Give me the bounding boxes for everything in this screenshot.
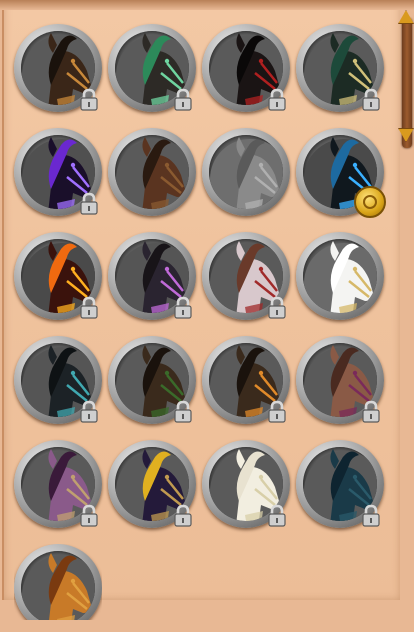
mount-slot[interactable] [14,24,102,112]
mount-slot[interactable] [202,440,290,528]
lock-icon [268,400,286,423]
mount-slot[interactable] [202,336,290,424]
horse-portrait-icon [22,553,95,620]
mount-slot[interactable] [296,128,386,218]
mount-slot[interactable] [108,440,196,528]
gold-coin-icon [354,186,386,218]
slot-portrait [303,239,377,313]
horse-portrait-icon [210,137,283,209]
mount-slot[interactable] [296,24,384,112]
lock-icon [80,192,98,215]
slot-portrait [209,135,283,209]
lock-icon [80,504,98,527]
mount-slot[interactable] [296,232,384,320]
mount-slot[interactable] [14,440,102,528]
lock-icon [362,400,380,423]
horse-portrait-icon [304,241,377,313]
mount-slot[interactable] [108,128,196,216]
mount-slot[interactable] [108,24,196,112]
mount-grid [0,0,414,620]
slot-portrait [21,551,95,620]
lock-icon [174,400,192,423]
mount-slot[interactable] [14,544,102,620]
mount-slot[interactable] [14,128,102,216]
mount-slot[interactable] [296,336,384,424]
mount-slot[interactable] [202,24,290,112]
lock-icon [174,88,192,111]
lock-icon [268,88,286,111]
mount-slot[interactable] [108,232,196,320]
horse-portrait-icon [116,137,189,209]
mount-slot[interactable] [14,232,102,320]
lock-icon [80,296,98,319]
mount-slot[interactable] [202,128,290,216]
lock-icon [174,296,192,319]
lock-icon [362,504,380,527]
mount-slot[interactable] [108,336,196,424]
lock-icon [80,88,98,111]
lock-icon [268,504,286,527]
lock-icon [362,88,380,111]
mount-slot[interactable] [296,440,384,528]
lock-icon [174,504,192,527]
slot-portrait [115,135,189,209]
mount-slot[interactable] [202,232,290,320]
mount-slot[interactable] [14,336,102,424]
lock-icon [268,296,286,319]
lock-icon [80,400,98,423]
